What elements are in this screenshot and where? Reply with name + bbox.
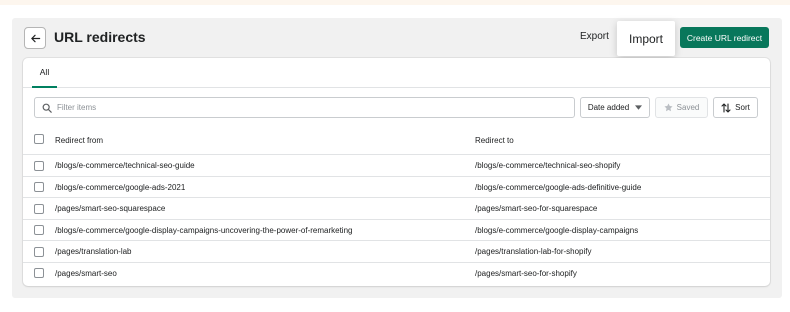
redirect-to-cell: /pages/smart-seo-for-shopify — [475, 268, 577, 278]
sort-button[interactable]: Sort — [713, 97, 758, 118]
column-header-redirect-to: Redirect to — [475, 136, 514, 145]
redirects-table: Redirect from Redirect to /blogs/e-comme… — [23, 126, 770, 285]
redirect-from-cell: /pages/smart-seo-squarespace — [55, 204, 166, 214]
row-checkbox[interactable] — [34, 225, 44, 236]
select-all-checkbox[interactable] — [34, 134, 44, 144]
date-added-label: Date added — [587, 103, 630, 112]
row-checkbox[interactable] — [34, 246, 44, 257]
top-strip — [0, 0, 790, 5]
create-url-redirect-button[interactable]: Create URL redirect — [680, 27, 769, 48]
star-icon — [664, 103, 673, 112]
redirect-from-cell: /pages/translation-lab — [55, 247, 132, 257]
table-row[interactable]: /blogs/e-commerce/technical-seo-guide /b… — [23, 155, 770, 177]
redirect-to-cell: /blogs/e-commerce/google-ads-definitive-… — [475, 182, 642, 192]
sort-icon — [721, 102, 731, 113]
row-checkbox[interactable] — [34, 182, 44, 193]
row-checkbox[interactable] — [34, 203, 44, 214]
row-checkbox[interactable] — [34, 268, 44, 279]
table-row[interactable]: /pages/smart-seo /pages/smart-seo-for-sh… — [23, 263, 770, 285]
tab-all[interactable]: All — [32, 58, 57, 88]
redirect-from-cell: /blogs/e-commerce/technical-seo-guide — [55, 161, 195, 170]
import-button[interactable]: Import — [617, 21, 675, 56]
redirect-from-cell: /blogs/e-commerce/google-display-campaig… — [55, 225, 353, 235]
table-row[interactable]: /blogs/e-commerce/google-ads-2021 /blogs… — [23, 177, 770, 199]
saved-label: Saved — [676, 103, 700, 112]
redirect-to-cell: /blogs/e-commerce/google-display-campaig… — [475, 225, 639, 235]
table-row[interactable]: /pages/smart-seo-squarespace /pages/smar… — [23, 198, 770, 220]
redirects-card: All Date added Saved Sort — [23, 58, 770, 286]
table-row[interactable]: /blogs/e-commerce/google-display-campaig… — [23, 220, 770, 242]
tab-bar: All — [23, 58, 770, 88]
caret-down-icon — [635, 105, 643, 110]
page-title: URL redirects — [54, 29, 146, 45]
redirect-from-cell: /pages/smart-seo — [55, 268, 117, 278]
redirect-to-cell: /pages/translation-lab-for-shopify — [475, 247, 592, 257]
sort-label: Sort — [735, 103, 750, 112]
table-row[interactable]: /pages/translation-lab /pages/translatio… — [23, 241, 770, 263]
page-header: URL redirects Export Import Create URL r… — [12, 18, 782, 58]
search-input[interactable] — [57, 98, 567, 117]
arrow-left-icon — [30, 34, 40, 42]
date-added-button[interactable]: Date added — [580, 97, 650, 118]
saved-button[interactable]: Saved — [655, 97, 708, 118]
redirect-from-cell: /blogs/e-commerce/google-ads-2021 — [55, 182, 186, 192]
page: URL redirects Export Import Create URL r… — [12, 18, 782, 298]
redirect-to-cell: /blogs/e-commerce/technical-seo-shopify — [475, 161, 621, 170]
column-header-redirect-from: Redirect from — [55, 136, 104, 145]
back-button[interactable] — [24, 27, 46, 49]
table-header-row: Redirect from Redirect to — [23, 126, 770, 155]
export-button[interactable]: Export — [580, 31, 609, 42]
search-box[interactable] — [34, 97, 575, 118]
search-icon — [42, 103, 52, 113]
redirect-to-cell: /pages/smart-seo-for-squarespace — [475, 204, 598, 214]
row-checkbox[interactable] — [34, 160, 44, 171]
